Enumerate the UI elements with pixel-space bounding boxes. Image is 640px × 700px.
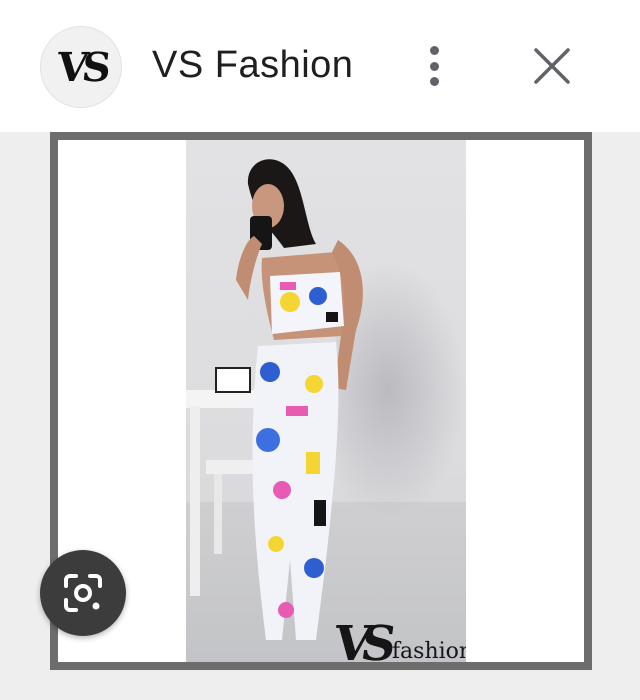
- more-vert-icon-dot: [429, 61, 439, 71]
- close-icon: [534, 48, 570, 84]
- more-vert-icon-dot: [429, 77, 439, 86]
- google-lens-icon: [64, 574, 102, 612]
- watermark-logo: VS fashion: [330, 616, 466, 662]
- site-title: VS Fashion: [152, 44, 354, 86]
- site-logo: VS: [54, 43, 108, 91]
- app-header: VS VS Fashion: [0, 0, 640, 132]
- site-avatar[interactable]: VS: [40, 26, 122, 108]
- model-figure: [186, 159, 363, 640]
- more-options-button[interactable]: [414, 42, 454, 90]
- product-photo[interactable]: VS fashion: [186, 140, 466, 662]
- image-frame: VS fashion: [50, 132, 592, 670]
- watermark-vs: VS: [330, 616, 390, 662]
- close-button[interactable]: [532, 46, 572, 86]
- watermark-fashion: fashion: [391, 639, 466, 662]
- google-lens-button[interactable]: [40, 550, 126, 636]
- image-viewer: VS fashion: [0, 132, 640, 700]
- more-vert-icon: [429, 46, 439, 55]
